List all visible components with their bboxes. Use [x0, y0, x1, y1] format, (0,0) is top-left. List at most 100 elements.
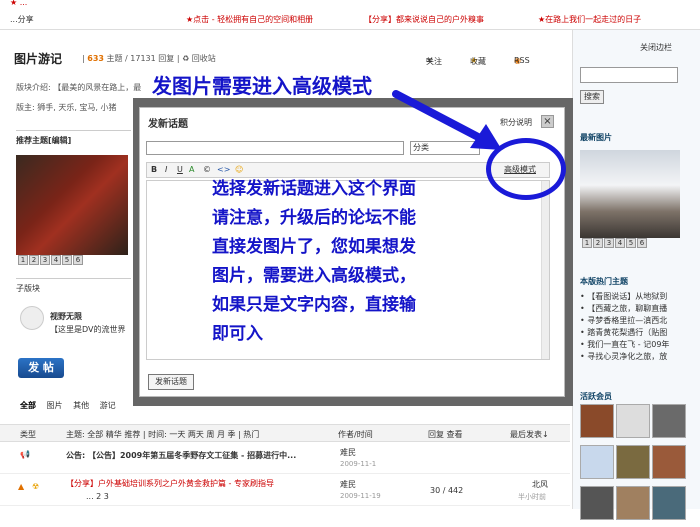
- post-button[interactable]: 发 帖: [18, 358, 64, 378]
- replies-count: 17131 回复: [130, 54, 175, 63]
- topic-author[interactable]: 难民: [340, 447, 356, 458]
- avatar[interactable]: [616, 486, 650, 520]
- latest-photo[interactable]: [580, 150, 680, 238]
- underline-icon[interactable]: U: [177, 165, 183, 174]
- italic-icon[interactable]: I: [165, 165, 167, 174]
- topic-title[interactable]: 公告: 【公告】2009年第五届冬季野存文工征集 - 招募进行中...: [66, 450, 296, 461]
- topics-count: 633: [87, 54, 104, 63]
- thumb-2[interactable]: 2: [29, 255, 39, 265]
- side-thumb-4[interactable]: 4: [615, 238, 625, 248]
- forum-stats: | 633 主题 / 17131 回复 | ♻ 回收站: [82, 54, 216, 63]
- hot-topics-title: 本版热门主题: [580, 277, 628, 286]
- tab-all[interactable]: 全部: [20, 401, 36, 410]
- recycle-link[interactable]: 回收站: [192, 54, 216, 63]
- subboard-desc: 【这里是DV的流世界: [50, 325, 126, 334]
- top-link-4[interactable]: ★在路上我们一起走过的日子: [538, 14, 641, 25]
- last-poster[interactable]: 北风: [532, 479, 548, 490]
- top-link-5[interactable]: ...分享: [10, 14, 34, 25]
- side-thumb-6[interactable]: 6: [637, 238, 647, 248]
- top-link-3[interactable]: 【分享】都来说说自己的户外糗事: [364, 14, 484, 25]
- hot-icon: ☢: [32, 482, 40, 491]
- avatar[interactable]: [652, 404, 686, 438]
- thumb-4[interactable]: 4: [51, 255, 61, 265]
- avatar[interactable]: [580, 486, 614, 520]
- table-row[interactable]: 📢 公告: 【公告】2009年第五届冬季野存文工征集 - 招募进行中... 难民…: [0, 444, 570, 474]
- type-column[interactable]: 类型: [20, 429, 36, 440]
- list-item[interactable]: • 【看图说话】从地狱到: [580, 291, 696, 303]
- code-icon[interactable]: <>: [217, 165, 230, 174]
- color-icon[interactable]: A: [189, 165, 194, 174]
- smiley-icon[interactable]: ☺: [235, 165, 243, 174]
- annotation-line: 选择发新话题进入这个界面: [212, 179, 416, 199]
- table-row[interactable]: ▲ ☢ 【分享】户外基础培训系列之户外黄金救护篇 - 专家刷指导 ... 2 3…: [0, 476, 570, 506]
- top-link-1[interactable]: ★ ...: [10, 0, 27, 7]
- thumb-6[interactable]: 6: [73, 255, 83, 265]
- topic-table-header: 类型 主题: 全部 精华 推荐 | 时间: 一天 两天 周 月 季 | 热门 作…: [0, 424, 570, 442]
- topic-title[interactable]: 【分享】户外基础培训系列之户外黄金救护篇 - 专家刷指导: [66, 478, 274, 489]
- follow-label: 关注: [426, 57, 442, 66]
- topic-date: 2009-11-1: [340, 460, 377, 468]
- side-thumb-2[interactable]: 2: [593, 238, 603, 248]
- side-thumb-5[interactable]: 5: [626, 238, 636, 248]
- recommend-thumbs: 123456: [18, 255, 84, 265]
- subject-input[interactable]: [146, 141, 404, 155]
- avatar[interactable]: [580, 445, 614, 479]
- last-post-column[interactable]: 最后发表↓: [510, 429, 549, 440]
- side-thumb-1[interactable]: 1: [582, 238, 592, 248]
- close-sidebar-link[interactable]: 关闭边栏: [640, 42, 672, 53]
- link-icon[interactable]: ©: [203, 165, 211, 174]
- topic-pages[interactable]: ... 2 3: [86, 492, 109, 501]
- list-item[interactable]: • 寻梦香格里拉—滇西北: [580, 315, 696, 327]
- favorite-label: 收藏: [470, 57, 486, 66]
- tab-other[interactable]: 其他: [73, 401, 89, 410]
- recommend-title[interactable]: 推荐主题[编辑]: [16, 131, 131, 146]
- annotation-line: 请注意，升级后的论坛不能: [212, 208, 416, 228]
- editor-scrollbar[interactable]: [541, 181, 549, 359]
- avatar[interactable]: [580, 404, 614, 438]
- top-link-2[interactable]: ★点击 - 轻松拥有自己的空间和相册: [186, 14, 313, 25]
- tab-travelogue[interactable]: 游记: [100, 401, 116, 410]
- top-announcement-bar: ★ ... ★点击 - 轻松拥有自己的空间和相册 【分享】都来说说自己的户外糗事…: [0, 0, 700, 30]
- list-item[interactable]: • 寻找心灵净化之旅，放: [580, 351, 696, 363]
- avatar[interactable]: [616, 445, 650, 479]
- reply-column[interactable]: 回复 查看: [428, 429, 463, 440]
- tab-photos[interactable]: 图片: [47, 401, 63, 410]
- latest-photos-title: 最新图片: [580, 133, 612, 142]
- subboard-icon[interactable]: [20, 306, 44, 330]
- list-item[interactable]: • 我们一直在飞 - 记09年: [580, 339, 696, 351]
- list-item[interactable]: • 踏青黄花梨遇行（贴图: [580, 327, 696, 339]
- topic-filters[interactable]: 主题: 全部 精华 推荐 | 时间: 一天 两天 周 月 季 | 热门: [66, 429, 259, 440]
- bold-icon[interactable]: B: [151, 165, 157, 174]
- topic-date: 2009-11-19: [340, 492, 381, 500]
- avatar[interactable]: [616, 404, 650, 438]
- announce-icon: 📢: [20, 450, 30, 459]
- rss-label: RSS: [514, 56, 530, 65]
- close-icon[interactable]: ×: [541, 115, 554, 128]
- recommend-photo[interactable]: [16, 155, 128, 255]
- active-members-title: 活跃会员: [580, 392, 612, 401]
- thumb-5[interactable]: 5: [62, 255, 72, 265]
- last-post-time: 半小时前: [518, 493, 546, 501]
- list-item[interactable]: • 【西藏之旅，聊聊直播: [580, 303, 696, 315]
- topic-type-tabs: 全部 图片 其他 游记: [20, 400, 124, 411]
- latest-photo-thumbs: 123456: [582, 238, 648, 248]
- topic-author[interactable]: 难民: [340, 479, 356, 490]
- forum-header: 图片游记 | 633 主题 / 17131 回复 | ♻ 回收站 ✉ 关注 ★ …: [14, 50, 574, 70]
- sidebar-search-input[interactable]: [580, 67, 678, 83]
- annotation-line: 如果只是文字内容，直接输: [212, 295, 416, 315]
- submit-topic-button[interactable]: 发新话题: [148, 374, 194, 390]
- hot-topics-list: • 【看图说话】从地狱到 • 【西藏之旅，聊聊直播 • 寻梦香格里拉—滇西北 •…: [580, 291, 696, 363]
- annotation-text: 选择发新话题进入这个界面 请注意，升级后的论坛不能 直接发图片了，您如果想发 图…: [212, 175, 532, 349]
- forum-title: 图片游记: [14, 52, 63, 66]
- author-column[interactable]: 作者/时间: [338, 429, 373, 440]
- avatar[interactable]: [652, 486, 686, 520]
- subboard-name[interactable]: 视野无限: [50, 311, 82, 322]
- side-thumb-3[interactable]: 3: [604, 238, 614, 248]
- avatar[interactable]: [652, 445, 686, 479]
- thumb-1[interactable]: 1: [18, 255, 28, 265]
- thumb-3[interactable]: 3: [40, 255, 50, 265]
- annotation-line: 直接发图片了，您如果想发: [212, 237, 416, 257]
- topic-stats: 30 / 442: [430, 486, 464, 495]
- sidebar-search-button[interactable]: 搜索: [580, 90, 604, 104]
- annotation-arrow: [392, 90, 502, 150]
